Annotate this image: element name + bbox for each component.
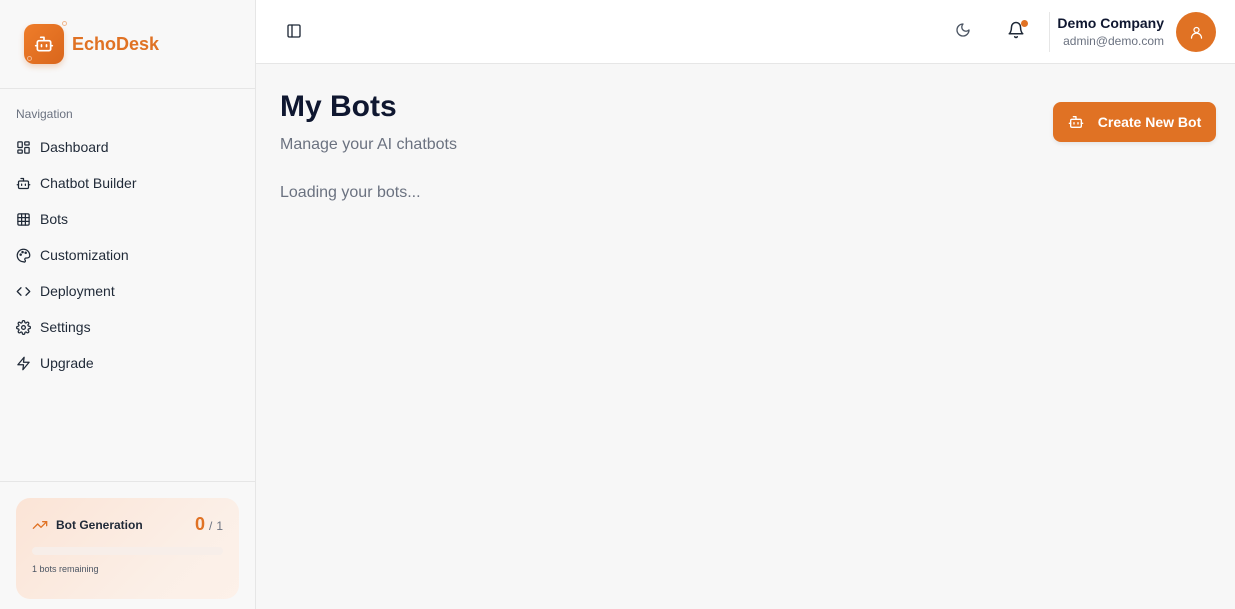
sidebar-item-label: Settings	[40, 319, 91, 335]
usage-title: Bot Generation	[56, 517, 143, 532]
user-icon	[1190, 26, 1202, 39]
usage-used: 0	[194, 514, 205, 534]
bot-icon	[1068, 116, 1084, 128]
create-new-bot-button[interactable]: Create New Bot	[1053, 102, 1216, 142]
sidebar-item-upgrade[interactable]: Upgrade	[16, 345, 239, 381]
sidebar-item-label: Chatbot Builder	[40, 175, 137, 191]
dashboard-icon	[17, 140, 30, 154]
user-info[interactable]: Demo Company admin@demo.com	[1057, 15, 1164, 48]
sidebar-item-label: Customization	[40, 247, 129, 263]
sidebar-item-label: Dashboard	[40, 139, 109, 155]
logo-sparkle	[27, 56, 32, 61]
lightning-icon	[17, 356, 30, 370]
sidebar-toggle-button[interactable]	[284, 21, 304, 41]
gear-icon	[16, 319, 31, 335]
main-content: My Bots Manage your AI chatbots Loading …	[256, 64, 1235, 609]
usage-title-group: Bot Generation	[32, 517, 143, 533]
sidebar-item-label: Bots	[40, 211, 69, 227]
avatar[interactable]	[1176, 12, 1216, 52]
usage-card: Bot Generation 0 / 1 1 bots remaining	[16, 498, 239, 599]
header-divider	[1049, 12, 1050, 52]
sidebar: EchoDesk Navigation Dashboard Chatbot Bu…	[0, 0, 256, 609]
usage-remaining: 1 bots remaining	[32, 564, 99, 574]
moon-icon	[956, 23, 970, 37]
sidebar-item-label: Deployment	[40, 283, 115, 299]
sidebar-item-customization[interactable]: Customization	[16, 237, 239, 273]
usage-separator: /	[208, 519, 213, 533]
usage-header: Bot Generation 0 / 1	[32, 514, 223, 535]
sidebar-item-deployment[interactable]: Deployment	[16, 273, 239, 309]
notification-dot	[1021, 20, 1028, 27]
user-email: admin@demo.com	[1063, 34, 1164, 48]
sidebar-nav: Navigation Dashboard Chatbot Builder Bot…	[0, 89, 255, 381]
grid-icon	[17, 212, 30, 226]
nav-heading: Navigation	[16, 107, 73, 121]
palette-icon	[16, 248, 31, 263]
code-icon	[16, 286, 31, 296]
bot-icon	[16, 177, 31, 189]
sidebar-item-settings[interactable]: Settings	[16, 309, 239, 345]
usage-progress-bar	[32, 547, 223, 555]
loading-text: Loading your bots...	[280, 184, 421, 201]
create-new-bot-label: Create New Bot	[1097, 114, 1202, 130]
user-company: Demo Company	[1057, 15, 1164, 31]
notifications-button[interactable]	[1007, 20, 1028, 41]
sidebar-item-bots[interactable]: Bots	[16, 201, 239, 237]
sidebar-footer: Bot Generation 0 / 1 1 bots remaining	[0, 481, 255, 609]
panel-left-icon	[287, 24, 301, 38]
brand: EchoDesk	[0, 0, 255, 89]
page-subtitle: Manage your AI chatbots	[280, 136, 457, 153]
page-title: My Bots	[280, 90, 397, 123]
usage-limit: 1	[216, 519, 223, 533]
brand-name[interactable]: EchoDesk	[72, 34, 159, 55]
bot-icon[interactable]	[24, 21, 67, 64]
sidebar-item-chatbot-builder[interactable]: Chatbot Builder	[16, 165, 239, 201]
topbar: Demo Company admin@demo.com	[256, 0, 1235, 64]
logo-sparkle	[62, 21, 67, 26]
sidebar-item-label: Upgrade	[40, 355, 94, 371]
sidebar-item-dashboard[interactable]: Dashboard	[16, 129, 239, 165]
trending-up-icon	[32, 520, 48, 529]
theme-toggle-button[interactable]	[955, 22, 975, 42]
usage-count: 0 / 1	[195, 514, 223, 535]
